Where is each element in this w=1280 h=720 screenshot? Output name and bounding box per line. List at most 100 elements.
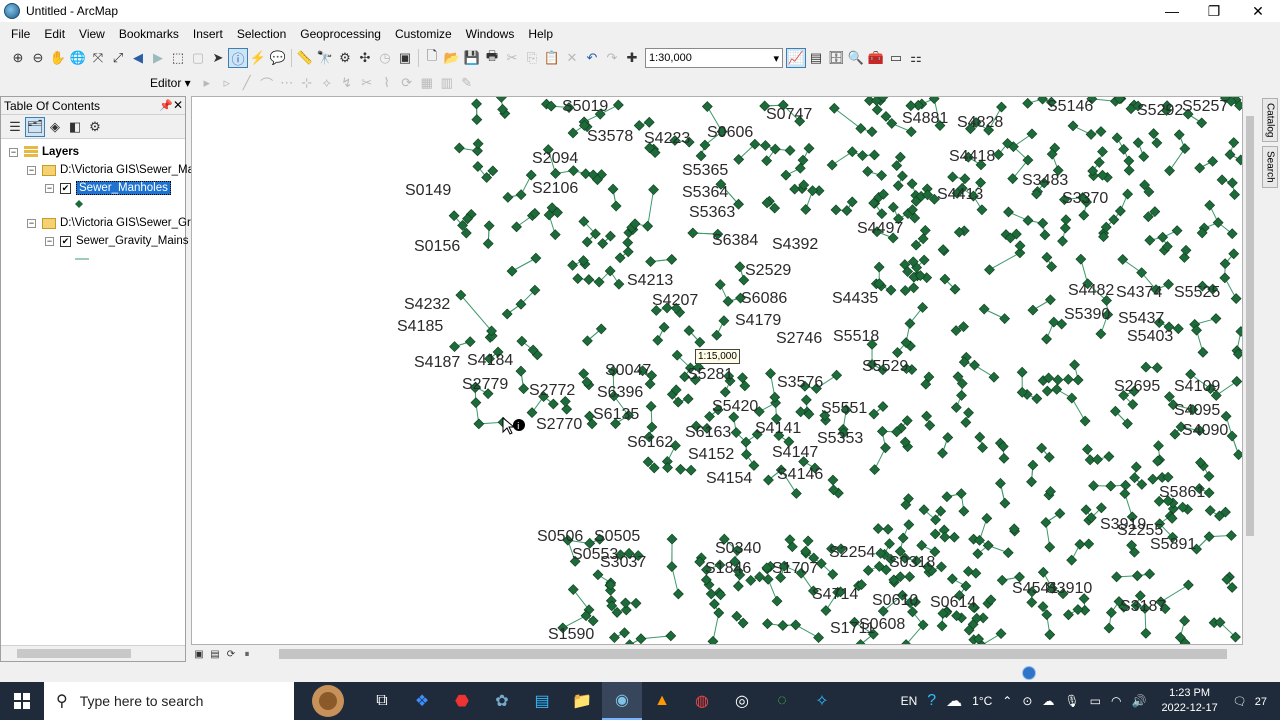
manhole-point[interactable] bbox=[827, 474, 839, 486]
map-horizontal-scrollbar[interactable] bbox=[279, 649, 1227, 659]
manhole-point[interactable] bbox=[741, 449, 752, 460]
manhole-point[interactable] bbox=[1037, 217, 1049, 229]
manhole-point[interactable] bbox=[1151, 362, 1163, 374]
manhole-point[interactable] bbox=[568, 165, 579, 177]
arctoolbox-icon[interactable]: 🧰 bbox=[866, 48, 886, 68]
menu-selection[interactable]: Selection bbox=[230, 27, 293, 41]
toc-close-icon[interactable]: ✕ bbox=[173, 98, 183, 112]
manhole-point[interactable] bbox=[511, 221, 522, 233]
manhole-point[interactable] bbox=[769, 143, 781, 155]
layer-sewer-manholes[interactable]: − ✔ Sewer_Manholes bbox=[45, 179, 171, 197]
manhole-point[interactable] bbox=[820, 605, 832, 616]
search-highlight-widget[interactable] bbox=[294, 682, 362, 720]
manhole-point[interactable] bbox=[547, 398, 559, 410]
manhole-point[interactable] bbox=[1039, 229, 1051, 241]
manhole-point[interactable] bbox=[908, 282, 920, 294]
menu-geoprocessing[interactable]: Geoprocessing bbox=[293, 27, 388, 41]
manhole-point[interactable] bbox=[1105, 607, 1117, 619]
add-data-icon[interactable]: ✚ bbox=[622, 48, 642, 68]
manhole-point[interactable] bbox=[855, 123, 867, 134]
manhole-point[interactable] bbox=[1123, 164, 1135, 176]
manhole-point[interactable] bbox=[682, 393, 694, 405]
manhole-point[interactable] bbox=[1022, 215, 1034, 226]
edit-tool-icon[interactable]: ▸ bbox=[197, 73, 217, 93]
manhole-point[interactable] bbox=[903, 519, 915, 531]
manhole-point[interactable] bbox=[995, 477, 1006, 489]
layer-name[interactable]: Sewer_Manholes bbox=[76, 181, 171, 195]
manhole-point[interactable] bbox=[1196, 117, 1208, 129]
manhole-point[interactable] bbox=[470, 397, 482, 409]
manhole-point[interactable] bbox=[1180, 244, 1192, 256]
toc-horizontal-scrollbar[interactable] bbox=[1, 645, 185, 661]
mains-symbol[interactable] bbox=[75, 250, 89, 268]
manhole-point[interactable] bbox=[1044, 294, 1056, 306]
layout-view-icon[interactable]: ▤ bbox=[207, 644, 223, 664]
manhole-point[interactable] bbox=[1153, 440, 1164, 452]
manhole-point[interactable] bbox=[892, 180, 904, 192]
print-icon[interactable]: 🖶 bbox=[482, 48, 502, 68]
layer-visibility-checkbox[interactable]: ✔ bbox=[60, 182, 71, 194]
select-features-icon[interactable]: ⬚ bbox=[168, 48, 188, 68]
manhole-point[interactable] bbox=[972, 548, 984, 560]
editor-menu[interactable]: Editor ▾ bbox=[150, 76, 191, 90]
manhole-point[interactable] bbox=[1078, 209, 1090, 221]
manhole-point[interactable] bbox=[530, 252, 542, 264]
manhole-point[interactable] bbox=[473, 418, 485, 430]
close-button[interactable]: ✕ bbox=[1236, 0, 1280, 22]
manhole-point[interactable] bbox=[645, 256, 657, 268]
manhole-point[interactable] bbox=[869, 464, 881, 476]
manhole-point[interactable] bbox=[984, 264, 995, 276]
manhole-point[interactable] bbox=[929, 528, 941, 540]
manhole-point[interactable] bbox=[999, 497, 1011, 509]
manhole-point[interactable] bbox=[1224, 149, 1236, 160]
manhole-point[interactable] bbox=[1041, 251, 1053, 263]
manhole-point[interactable] bbox=[1226, 228, 1238, 240]
manhole-point[interactable] bbox=[695, 150, 707, 162]
layer-visibility-checkbox[interactable]: ✔ bbox=[60, 235, 71, 247]
manhole-point[interactable] bbox=[959, 173, 971, 185]
manhole-point[interactable] bbox=[1022, 97, 1034, 109]
manhole-point[interactable] bbox=[771, 595, 783, 607]
manhole-point[interactable] bbox=[701, 101, 713, 112]
manhole-point[interactable] bbox=[872, 523, 884, 535]
manhole-point[interactable] bbox=[1132, 137, 1144, 149]
manhole-point[interactable] bbox=[1207, 155, 1219, 167]
trace-icon[interactable]: ⋯ bbox=[277, 73, 297, 93]
html-popup-icon[interactable]: 💬 bbox=[268, 48, 288, 68]
manhole-point[interactable] bbox=[732, 580, 744, 592]
manhole-point[interactable] bbox=[885, 284, 897, 296]
manhole-point[interactable] bbox=[722, 295, 734, 307]
manhole-point[interactable] bbox=[1014, 240, 1026, 252]
manhole-point[interactable] bbox=[1097, 146, 1108, 158]
manhole-point[interactable] bbox=[857, 150, 868, 161]
manhole-point[interactable] bbox=[960, 580, 972, 592]
manhole-point[interactable] bbox=[1114, 205, 1126, 217]
manhole-point[interactable] bbox=[998, 452, 1010, 464]
manhole-point[interactable] bbox=[1119, 488, 1131, 500]
manhole-point[interactable] bbox=[1027, 304, 1039, 316]
manhole-point[interactable] bbox=[1235, 326, 1243, 337]
manhole-point[interactable] bbox=[937, 447, 948, 459]
manhole-point[interactable] bbox=[935, 561, 947, 573]
manhole-point[interactable] bbox=[1074, 538, 1086, 550]
collapse-icon[interactable]: − bbox=[27, 165, 36, 175]
manhole-point[interactable] bbox=[687, 227, 699, 239]
manhole-point[interactable] bbox=[1162, 471, 1174, 483]
obs-icon[interactable]: ◎ bbox=[722, 682, 762, 720]
manhole-point[interactable] bbox=[1066, 554, 1078, 566]
manhole-point[interactable] bbox=[630, 597, 642, 609]
menu-bookmarks[interactable]: Bookmarks bbox=[112, 27, 186, 41]
manhole-point[interactable] bbox=[705, 588, 717, 600]
manhole-point[interactable] bbox=[1226, 582, 1238, 593]
manhole-point[interactable] bbox=[472, 161, 484, 172]
manhole-point[interactable] bbox=[1080, 504, 1092, 516]
browser-icon[interactable]: ◌ bbox=[762, 682, 802, 720]
manhole-point[interactable] bbox=[936, 620, 948, 632]
manhole-point[interactable] bbox=[464, 336, 476, 348]
manhole-point[interactable] bbox=[846, 146, 858, 158]
time-slider-icon[interactable]: ◷ bbox=[375, 48, 395, 68]
manhole-point[interactable] bbox=[887, 201, 899, 213]
manhole-point[interactable] bbox=[1203, 470, 1215, 482]
menu-view[interactable]: View bbox=[72, 27, 112, 41]
list-by-visibility-icon[interactable]: ◈ bbox=[45, 117, 65, 137]
